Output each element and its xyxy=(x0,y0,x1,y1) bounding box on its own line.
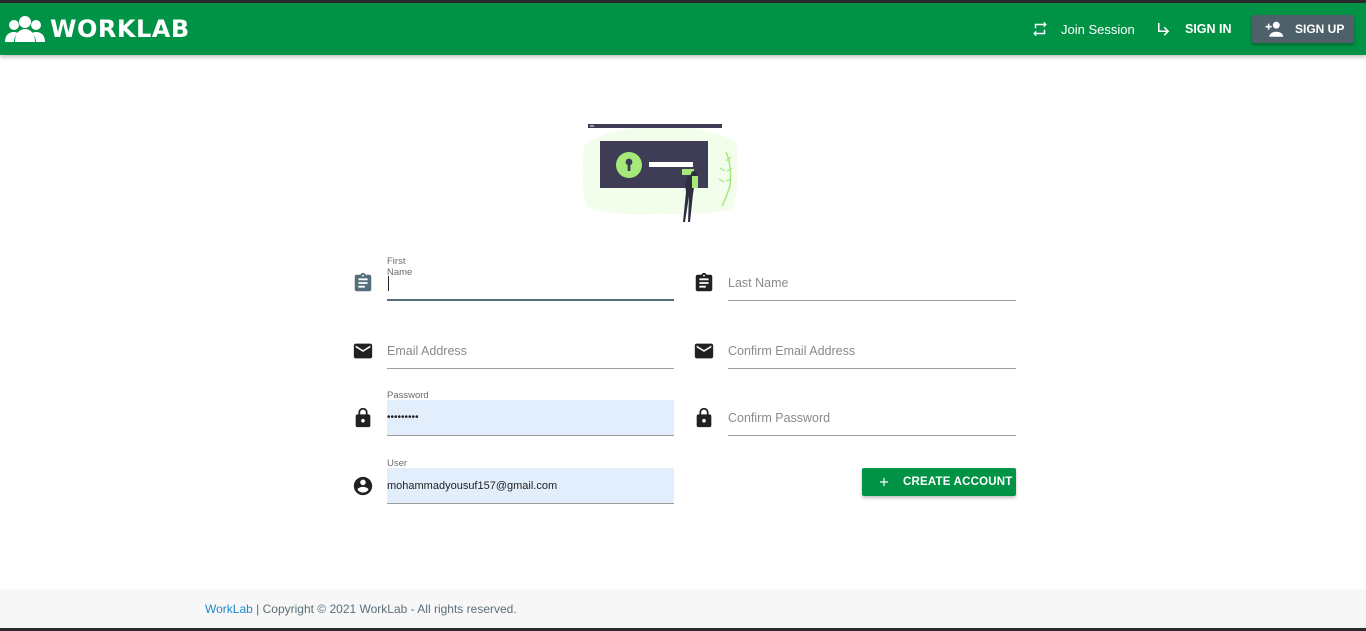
plus-icon xyxy=(879,477,889,487)
create-account-label: CREATE ACCOUNT xyxy=(903,476,1013,488)
subdirectory-arrow-icon xyxy=(1158,23,1170,36)
clipboard-icon xyxy=(354,272,372,292)
envelope-icon xyxy=(353,343,373,359)
brand-link[interactable]: WORKLAB xyxy=(4,13,190,45)
text-cursor xyxy=(388,276,389,291)
group-icon xyxy=(5,16,45,42)
join-session-link[interactable]: Join Session xyxy=(1031,17,1135,41)
email-input[interactable] xyxy=(387,333,674,369)
person-add-icon xyxy=(1265,21,1284,37)
navbar: WORKLAB Join Session SIGN IN SIGN UP xyxy=(0,3,1366,55)
create-account-button[interactable]: CREATE ACCOUNT xyxy=(862,468,1016,496)
envelope-icon xyxy=(694,343,714,359)
password-input[interactable] xyxy=(387,400,674,436)
sign-up-button[interactable]: SIGN UP xyxy=(1252,15,1354,43)
sign-up-label: SIGN UP xyxy=(1295,22,1345,36)
security-illustration xyxy=(582,124,738,222)
swap-arrows-icon xyxy=(1033,21,1047,37)
join-session-label: Join Session xyxy=(1061,21,1135,37)
brand-name: WORKLAB xyxy=(50,15,190,43)
confirm-email-input[interactable] xyxy=(728,333,1016,369)
footer-worklab-link[interactable]: WorkLab xyxy=(205,602,253,616)
user-name-input[interactable] xyxy=(387,468,674,504)
footer-text: WorkLab | Copyright © 2021 WorkLab - All… xyxy=(205,602,517,616)
confirm-password-input[interactable] xyxy=(728,400,1016,436)
first-name-input[interactable] xyxy=(387,265,674,301)
account-circle-icon xyxy=(353,476,373,496)
footer-copyright: | Copyright © 2021 WorkLab - All rights … xyxy=(252,602,517,616)
last-name-input[interactable] xyxy=(728,265,1016,301)
lock-icon xyxy=(696,407,712,428)
footer: WorkLab | Copyright © 2021 WorkLab - All… xyxy=(0,589,1366,628)
clipboard-icon xyxy=(695,272,713,292)
sign-in-label: SIGN IN xyxy=(1185,22,1232,36)
sign-in-link[interactable]: SIGN IN xyxy=(1155,17,1232,41)
lock-icon xyxy=(355,407,371,428)
